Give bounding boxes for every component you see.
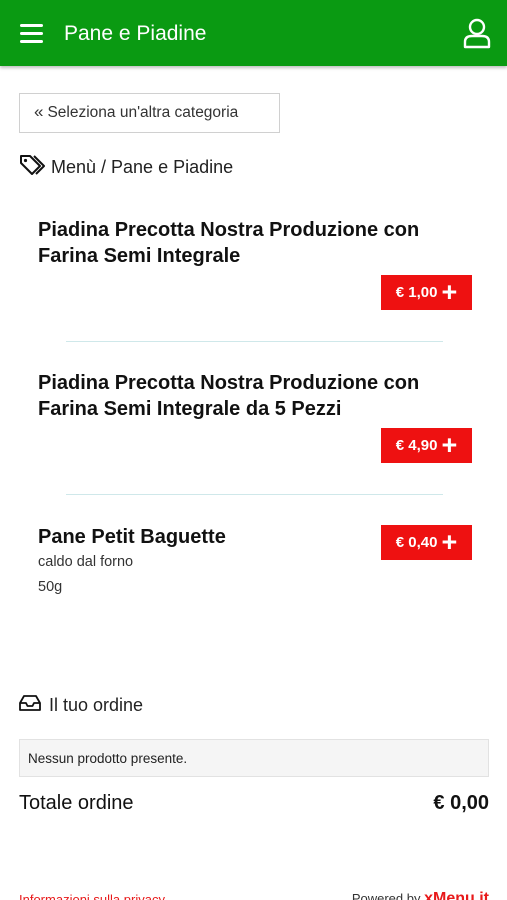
add-to-order-button[interactable]: € 0,40 + <box>381 525 472 560</box>
plus-icon: + <box>441 429 458 460</box>
product-item: Piadina Precotta Nostra Produzione con F… <box>38 370 478 422</box>
select-other-category-label: Seleziona un'altra categoria <box>47 104 239 121</box>
app-header: Pane e Piadine <box>0 0 507 66</box>
product-price: € 4,90 <box>395 437 438 454</box>
brand-link[interactable]: xMenu.it <box>424 890 489 900</box>
order-title: Il tuo ordine <box>49 694 144 715</box>
breadcrumb: Menù / Pane e Piadine <box>19 154 233 180</box>
product-name: Piadina Precotta Nostra Produzione con F… <box>38 219 420 267</box>
breadcrumb-text: Menù / Pane e Piadine <box>51 156 234 177</box>
order-total-value: € 0,00 <box>433 792 489 814</box>
plus-icon: + <box>441 526 458 557</box>
double-chevron-left-icon: « <box>34 102 44 121</box>
user-icon[interactable] <box>462 18 492 50</box>
product-item: Piadina Precotta Nostra Produzione con F… <box>38 217 478 269</box>
order-heading: Il tuo ordine <box>19 692 143 718</box>
select-other-category-button[interactable]: « Seleziona un'altra categoria <box>19 93 280 133</box>
privacy-link[interactable]: Informazioni sulla privacy <box>19 892 165 900</box>
inbox-icon <box>19 694 49 717</box>
product-weight: 50g <box>38 579 63 595</box>
product-name: Pane Petit Baguette <box>38 526 226 548</box>
product-price: € 1,00 <box>395 284 438 301</box>
hamburger-menu-icon[interactable] <box>18 20 46 46</box>
page-title: Pane e Piadine <box>64 22 207 45</box>
powered-by: Powered by xMenu.it <box>352 890 489 900</box>
plus-icon: + <box>441 276 458 307</box>
divider <box>66 341 443 342</box>
product-price: € 0,40 <box>395 534 438 551</box>
tags-icon <box>19 154 51 181</box>
powered-by-text: Powered by <box>351 891 421 900</box>
product-name: Piadina Precotta Nostra Produzione con F… <box>38 372 420 420</box>
divider <box>66 494 443 495</box>
add-to-order-button[interactable]: € 4,90 + <box>381 428 472 463</box>
order-empty-message: Nessun prodotto presente. <box>19 739 489 777</box>
order-total-label: Totale ordine <box>19 792 134 814</box>
product-item: Pane Petit Baguette caldo dal forno 50g <box>38 524 368 600</box>
product-description: caldo dal forno <box>38 554 134 570</box>
add-to-order-button[interactable]: € 1,00 + <box>381 275 472 310</box>
